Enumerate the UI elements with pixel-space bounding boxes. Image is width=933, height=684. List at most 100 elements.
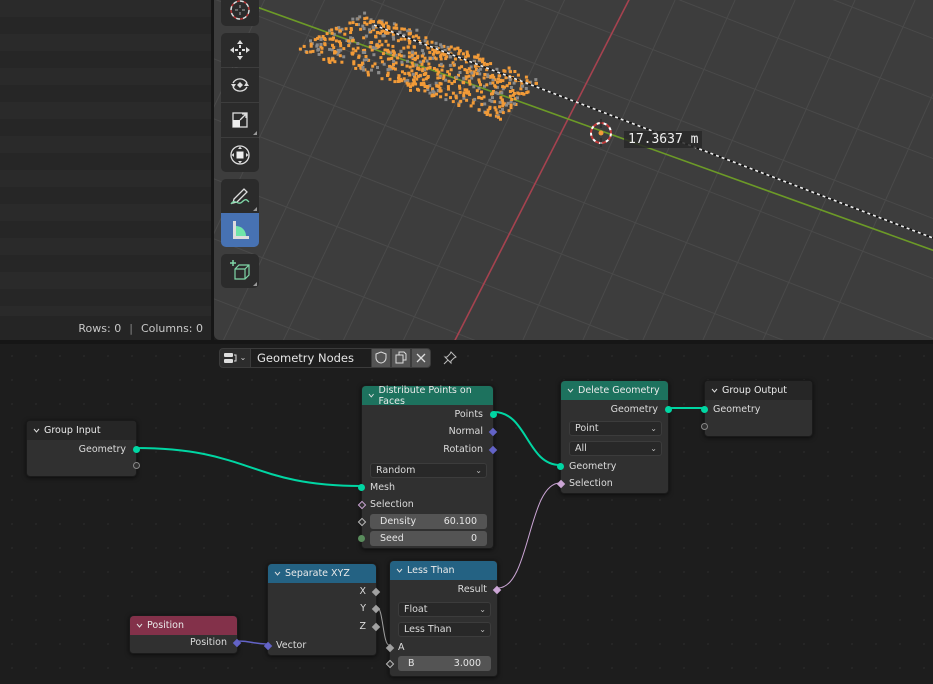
point: [439, 62, 443, 66]
point: [411, 64, 415, 68]
socket-virtual[interactable]: [701, 423, 708, 430]
input-geometry: Geometry: [569, 460, 617, 472]
point: [498, 105, 502, 109]
point: [342, 47, 346, 51]
point: [397, 76, 400, 80]
point: [465, 98, 469, 102]
point: [340, 60, 344, 64]
seed-field[interactable]: Seed 0: [370, 531, 487, 546]
density-field[interactable]: Density 60.100: [370, 514, 487, 529]
chevron-down-icon[interactable]: [33, 427, 40, 434]
point: [320, 50, 324, 54]
point: [439, 57, 443, 61]
scale-tool[interactable]: [221, 103, 259, 137]
node-header[interactable]: Delete Geometry: [561, 381, 668, 400]
socket-geometry-out[interactable]: [665, 406, 672, 413]
output-points: Points: [454, 408, 483, 420]
output-rotation: Rotation: [443, 443, 483, 455]
tool-submenu-indicator: [253, 131, 257, 135]
point: [411, 35, 415, 39]
node-separate-xyz[interactable]: Separate XYZ X Y Z Vector: [263, 563, 381, 656]
measure-tool[interactable]: [221, 213, 259, 247]
point: [322, 57, 326, 61]
point: [494, 91, 498, 95]
move-tool[interactable]: [221, 33, 259, 67]
point: [392, 37, 396, 41]
point: [449, 96, 452, 100]
domain-dropdown[interactable]: Point ⌄: [569, 421, 662, 436]
socket-geometry-in[interactable]: [557, 463, 564, 470]
socket-seed-in[interactable]: [358, 535, 365, 542]
point: [503, 85, 506, 89]
node-header[interactable]: Separate XYZ: [268, 564, 376, 583]
data-type-dropdown[interactable]: Float ⌄: [398, 602, 491, 617]
point: [465, 50, 469, 54]
point: [448, 55, 452, 59]
point: [392, 26, 396, 30]
point: [504, 76, 508, 80]
chevron-down-icon[interactable]: [711, 387, 718, 394]
node-header[interactable]: Position: [130, 616, 237, 635]
transform-tool[interactable]: [221, 138, 259, 172]
point: [462, 96, 466, 100]
annotate-tool[interactable]: [221, 179, 259, 213]
chevron-down-icon[interactable]: [567, 387, 574, 394]
operation-dropdown[interactable]: Less Than ⌄: [398, 622, 491, 637]
node-title: Distribute Points on Faces: [378, 384, 472, 407]
socket-geometry-in[interactable]: [701, 406, 708, 413]
chevron-down-icon[interactable]: [274, 570, 281, 577]
mode-dropdown[interactable]: All ⌄: [569, 441, 662, 456]
point: [309, 39, 312, 43]
point: [424, 36, 428, 40]
socket-mesh-in[interactable]: [358, 484, 365, 491]
chevron-down-icon[interactable]: [368, 392, 375, 399]
point: [447, 87, 450, 91]
point: [451, 100, 455, 104]
point: [471, 101, 475, 105]
point: [476, 53, 480, 57]
point: [482, 76, 486, 80]
output-normal: Normal: [448, 425, 483, 437]
socket-geometry-out[interactable]: [133, 446, 140, 453]
point: [509, 86, 513, 89]
point: [501, 101, 505, 105]
viewport-scene[interactable]: [214, 0, 933, 340]
point: [512, 81, 516, 85]
point: [365, 58, 369, 62]
node-less-than[interactable]: Less Than Result Float ⌄ Less Than ⌄ A B…: [385, 560, 502, 677]
add-cube-tool[interactable]: [221, 254, 259, 288]
node-header[interactable]: Less Than: [390, 561, 497, 580]
node-distribute-points-on-faces[interactable]: Distribute Points on Faces Points Normal…: [357, 384, 498, 549]
node-header[interactable]: Distribute Points on Faces: [362, 384, 493, 407]
node-group-output[interactable]: Group Output Geometry: [701, 380, 813, 437]
point: [386, 43, 390, 47]
point: [328, 37, 332, 41]
point: [509, 106, 513, 110]
chevron-down-icon[interactable]: [396, 567, 403, 574]
point: [402, 46, 406, 50]
cursor-tool[interactable]: [221, 0, 259, 26]
rotate-tool[interactable]: [221, 68, 259, 102]
node-delete-geometry[interactable]: Delete Geometry Geometry Point ⌄ All ⌄ G…: [556, 380, 672, 494]
point: [377, 20, 381, 24]
point: [426, 66, 430, 70]
b-field[interactable]: B 3.000: [398, 656, 491, 671]
node-group-input[interactable]: Group Input Geometry: [26, 420, 140, 477]
node-header[interactable]: Group Output: [705, 381, 812, 400]
point: [479, 83, 482, 87]
3d-viewport[interactable]: 17.3637 m: [214, 0, 933, 340]
point: [330, 31, 334, 35]
socket-points-out[interactable]: [490, 411, 497, 418]
point: [414, 57, 418, 61]
node-title: Position: [147, 620, 184, 631]
point: [395, 26, 399, 30]
node-position[interactable]: Position Position: [129, 615, 242, 654]
point: [480, 90, 483, 94]
node-header[interactable]: Group Input: [27, 421, 136, 440]
node-editor[interactable]: ⌄ Geometry Nodes Group Input Geometry Di…: [0, 344, 933, 684]
distribute-method-dropdown[interactable]: Random ⌄: [370, 463, 487, 478]
point: [448, 63, 452, 67]
point: [331, 43, 334, 47]
chevron-down-icon[interactable]: [136, 622, 143, 629]
socket-virtual[interactable]: [133, 462, 140, 469]
